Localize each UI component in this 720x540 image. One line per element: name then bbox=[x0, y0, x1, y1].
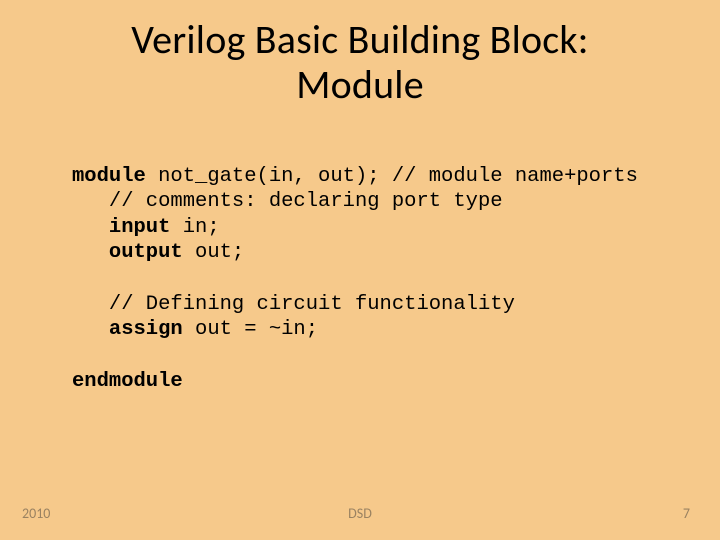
title-line-2: Module bbox=[296, 60, 424, 109]
code-l1-rest: not_gate(in, out); // module name+ports bbox=[146, 165, 638, 188]
footer-course: DSD bbox=[348, 505, 372, 522]
slide: Verilog Basic Building Block: Module mod… bbox=[0, 0, 720, 540]
footer-year: 2010 bbox=[22, 505, 50, 522]
slide-title: Verilog Basic Building Block: Module bbox=[40, 18, 680, 108]
code-kw-module: module bbox=[72, 165, 146, 188]
code-kw-assign: assign bbox=[72, 318, 183, 341]
code-l7-rest: out = ~in; bbox=[183, 318, 318, 341]
code-kw-output: output bbox=[72, 241, 183, 264]
code-block: module not_gate(in, out); // module name… bbox=[72, 164, 680, 395]
code-l6: // Defining circuit functionality bbox=[72, 293, 515, 316]
title-line-1: Verilog Basic Building Block: bbox=[131, 15, 588, 64]
code-kw-endmodule: endmodule bbox=[72, 370, 183, 393]
code-l3-rest: in; bbox=[170, 216, 219, 239]
code-kw-input: input bbox=[72, 216, 170, 239]
footer-page-number: 7 bbox=[683, 505, 690, 522]
code-l4-rest: out; bbox=[183, 241, 245, 264]
code-l2: // comments: declaring port type bbox=[72, 190, 503, 213]
